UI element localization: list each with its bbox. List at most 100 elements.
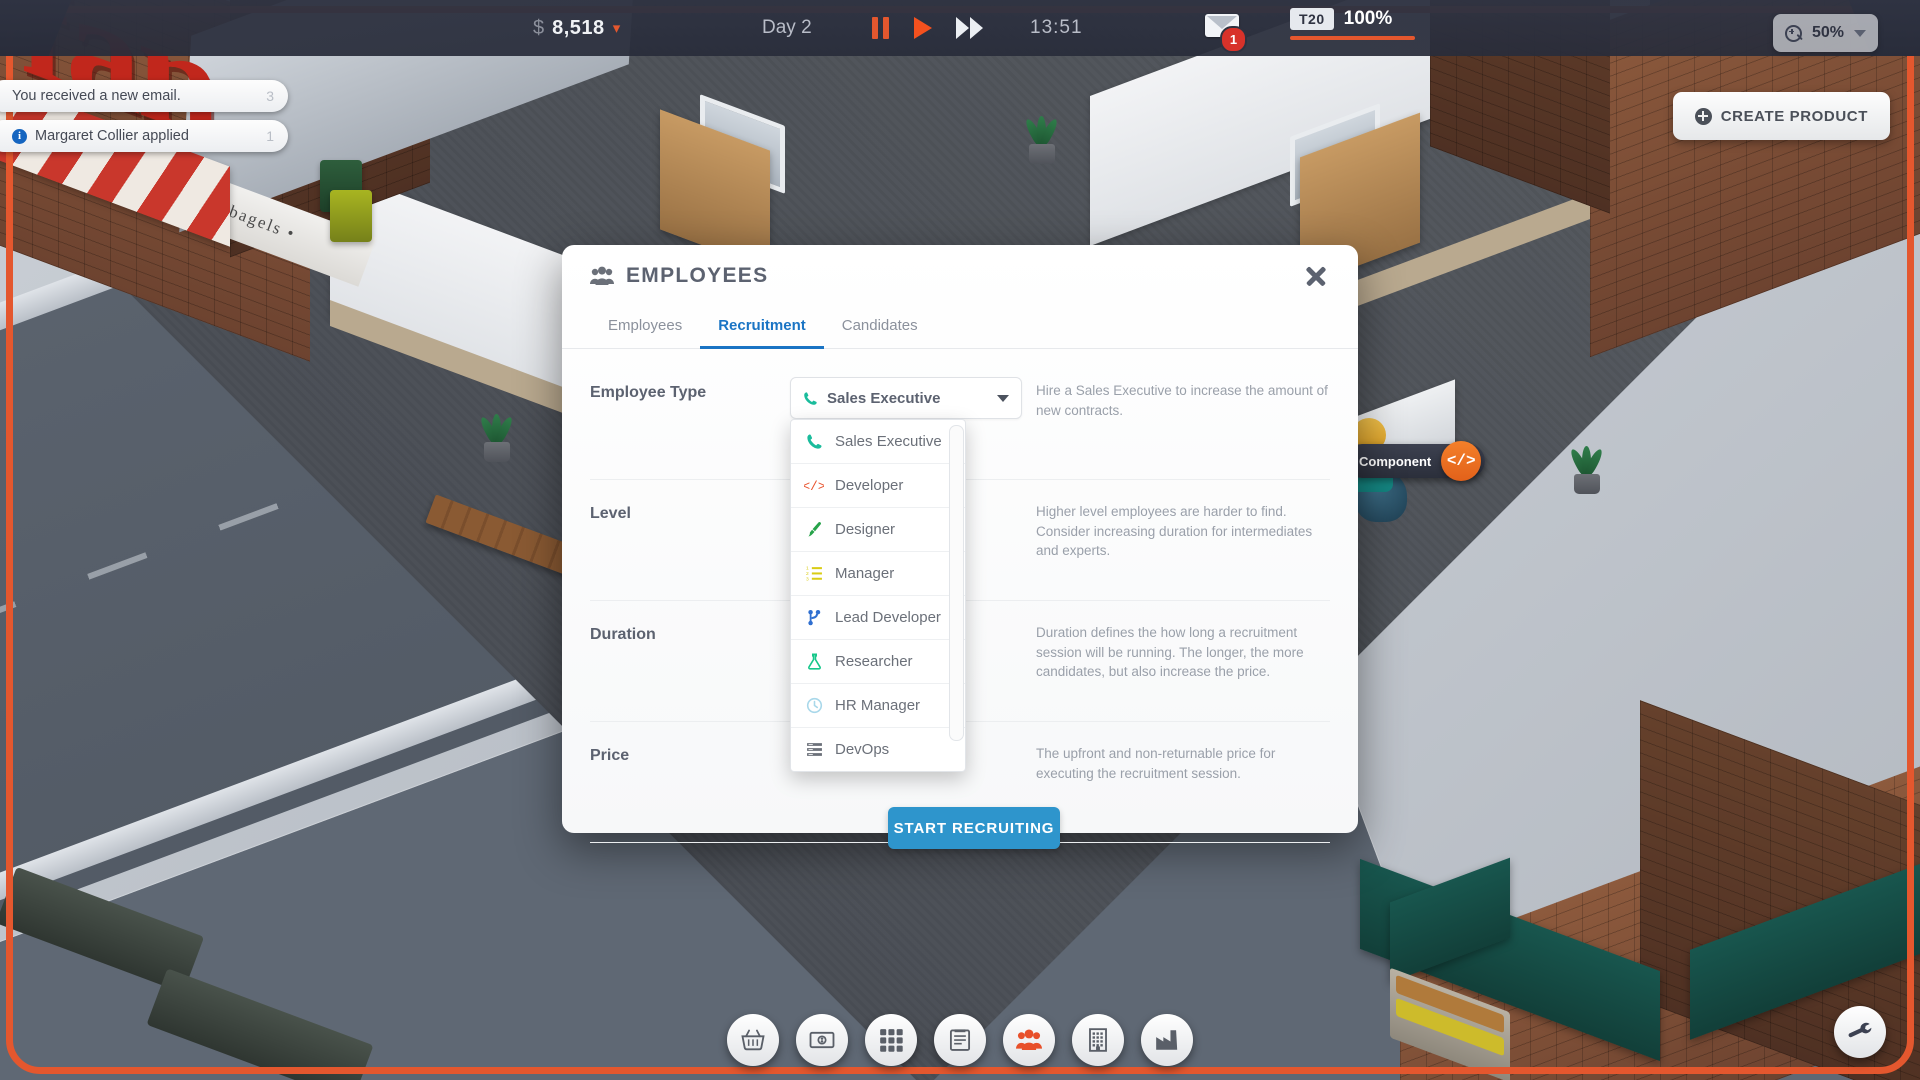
modal-tabs: Employees Recruitment Candidates: [562, 307, 1358, 349]
tab-recruitment[interactable]: Recruitment: [700, 307, 824, 349]
paintbrush-icon: [807, 522, 821, 537]
svg-text:1: 1: [806, 566, 809, 572]
notification-toasts: You received a new email. 3 i Margaret Coll…: [0, 80, 288, 160]
dropdown-option-label: DevOps: [835, 741, 890, 758]
employee-type-description: Hire a Sales Executive to increase the a…: [1036, 383, 1328, 418]
employee-type-dropdown-list[interactable]: Sales Executive </> Developer Designer 123 Ma…: [790, 419, 966, 772]
code-icon: </>: [1441, 441, 1482, 481]
dropdown-option-hr-manager[interactable]: HR Manager: [791, 684, 965, 728]
toast-text: Margaret Collier applied: [35, 128, 189, 144]
potted-plant-3: [1560, 440, 1614, 494]
tier-progress[interactable]: T20 100%: [1290, 8, 1415, 40]
chevron-down-icon[interactable]: [1854, 29, 1866, 37]
currency-symbol: $: [533, 16, 545, 39]
employee-type-value: Sales Executive: [827, 389, 941, 407]
component-task-label: Component: [1359, 453, 1432, 469]
close-icon[interactable]: [1302, 262, 1330, 290]
dock-employees[interactable]: [1003, 1014, 1055, 1066]
dropdown-option-lead-developer[interactable]: Lead Developer: [791, 596, 965, 640]
dropdown-option-label: Lead Developer: [835, 609, 941, 626]
create-product-label: CREATE PRODUCT: [1720, 107, 1868, 125]
create-product-button[interactable]: CREATE PRODUCT: [1672, 92, 1890, 140]
ordered-list-icon: 123: [806, 566, 822, 582]
tab-employees[interactable]: Employees: [590, 307, 700, 349]
potted-plant-2: [470, 408, 524, 462]
dropdown-option-label: Researcher: [835, 653, 913, 670]
dropdown-option-label: Sales Executive: [835, 433, 942, 450]
street-planter-2: [146, 968, 374, 1080]
factory-icon: [1156, 1030, 1178, 1050]
play-icon[interactable]: [914, 17, 932, 39]
dock-products[interactable]: [865, 1014, 917, 1066]
chevron-down-icon: ▾: [612, 20, 621, 37]
bottom-dock: [727, 1014, 1193, 1066]
building-icon: [1089, 1028, 1107, 1052]
phone-icon: [803, 391, 818, 406]
flask-icon: [804, 653, 824, 670]
svg-text:3: 3: [806, 576, 809, 582]
dropdown-option-designer[interactable]: Designer: [791, 508, 965, 552]
code-icon: </>: [804, 477, 824, 494]
dock-factory[interactable]: [1141, 1014, 1193, 1066]
duration-label: Duration: [590, 626, 656, 643]
mail-button[interactable]: 1: [1205, 10, 1249, 53]
info-icon: i: [12, 128, 27, 144]
dropdown-option-manager[interactable]: 1 2 3 Manager: [791, 552, 965, 596]
dropdown-option-developer[interactable]: </> Developer: [791, 464, 965, 508]
clock-time: 13:51: [1030, 17, 1083, 38]
fast-forward-icon[interactable]: [956, 17, 983, 39]
money-amount: 8,518: [552, 16, 605, 39]
dropdown-option-researcher[interactable]: Researcher: [791, 640, 965, 684]
dropdown-option-label: Developer: [835, 477, 904, 494]
dropdown-scrollbar-track[interactable]: [949, 425, 964, 766]
dock-tasks[interactable]: [934, 1014, 986, 1066]
dropdown-scrollbar-thumb[interactable]: [949, 425, 964, 741]
dropdown-option-label: Designer: [835, 521, 896, 538]
tab-candidates[interactable]: Candidates: [824, 307, 936, 349]
zoom-level-value: 50%: [1811, 24, 1844, 41]
clock-icon: [804, 697, 824, 714]
paintbrush-icon: [804, 521, 824, 538]
toast-notification[interactable]: You received a new email. 3: [0, 80, 288, 112]
employee-type-select[interactable]: Sales Executive: [790, 377, 1022, 419]
dropdown-option-label: Manager: [835, 565, 895, 582]
dropdown-option-sales-executive[interactable]: Sales Executive: [791, 420, 965, 464]
dock-finances[interactable]: [796, 1014, 848, 1066]
level-label: Level: [590, 505, 631, 522]
price-description: The upfront and non-returnable price for…: [1036, 746, 1276, 781]
pause-icon[interactable]: [872, 17, 890, 39]
git-branch-icon: [804, 609, 824, 626]
git-branch-icon: [807, 609, 820, 626]
toast-count: 3: [266, 88, 274, 104]
toast-text: You received a new email.: [12, 88, 181, 104]
price-label: Price: [590, 747, 630, 764]
duration-description: Duration defines the how long a recruitm…: [1036, 625, 1304, 680]
employee-type-control: Sales Executive Sales Executive </> Develo…: [790, 377, 1022, 772]
employees-modal: EMPLOYEES Employees Recruitment Candidates…: [562, 245, 1358, 849]
money-indicator[interactable]: $ 8,518 ▾: [533, 0, 620, 56]
topbar-left-wedge: [0, 0, 72, 56]
basket-icon: [741, 1029, 765, 1051]
recruitment-form: Employee Type Sales Executive Sales Exec…: [562, 349, 1358, 849]
start-recruiting-button[interactable]: START RECRUITING: [888, 807, 1060, 849]
svg-text:</>: </>: [804, 479, 824, 494]
code-icon: </>: [804, 479, 824, 494]
level-description: Higher level employees are harder to fin…: [1036, 504, 1313, 559]
settings-wrench-button[interactable]: [1834, 1006, 1886, 1058]
people-icon: [1016, 1029, 1042, 1050]
banknote-icon: [809, 1031, 835, 1049]
dropdown-option-devops[interactable]: DevOps: [791, 728, 965, 771]
dock-basket[interactable]: [727, 1014, 779, 1066]
dropdown-option-label: HR Manager: [835, 697, 921, 714]
tier-percent: 100%: [1343, 8, 1393, 29]
toast-notification[interactable]: i Margaret Collier applied 1: [0, 120, 288, 152]
component-task-tag[interactable]: Component </>: [1345, 441, 1486, 481]
zoom-control[interactable]: 50%: [1772, 14, 1878, 52]
dock-building[interactable]: [1072, 1014, 1124, 1066]
wrench-icon: [1848, 1022, 1871, 1037]
phone-icon: [804, 433, 824, 450]
toast-count: 1: [266, 128, 274, 144]
speed-controls: [872, 0, 983, 56]
modal-title: EMPLOYEES: [626, 264, 769, 287]
mail-badge-count: 1: [1220, 26, 1247, 53]
